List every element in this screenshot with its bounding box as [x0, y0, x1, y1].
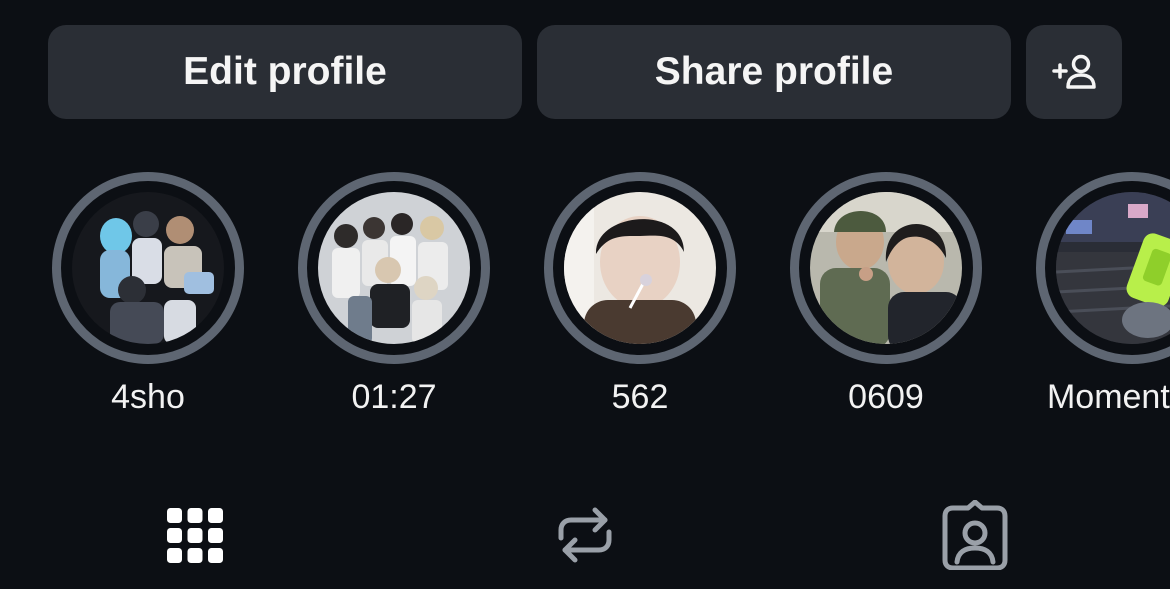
- edit-profile-label: Edit profile: [183, 50, 387, 93]
- profile-tab-bar: [0, 495, 1170, 575]
- tab-reposts[interactable]: [540, 495, 630, 575]
- repost-icon: [558, 507, 612, 563]
- grid-icon: [167, 508, 223, 563]
- highlight-label: Momentum: [1046, 378, 1170, 416]
- highlight-ring: [1036, 172, 1170, 364]
- highlight-cover-image: [564, 192, 716, 344]
- tab-posts[interactable]: [150, 495, 240, 575]
- highlight-cover-image: [1056, 192, 1170, 344]
- edit-profile-button[interactable]: Edit profile: [48, 25, 522, 119]
- share-profile-label: Share profile: [654, 50, 894, 93]
- profile-screen: Edit profile Share profile 4sho 01:27 56…: [0, 0, 1170, 589]
- highlight-cover-image: [72, 192, 224, 344]
- add-person-icon: [1052, 54, 1096, 89]
- add-person-button[interactable]: [1026, 25, 1122, 119]
- highlight-ring: [544, 172, 736, 364]
- highlight-cover-image: [810, 192, 962, 344]
- tab-tagged[interactable]: [930, 495, 1020, 575]
- highlight-ring: [790, 172, 982, 364]
- highlight-cover-image: [318, 192, 470, 344]
- tagged-person-icon: [942, 500, 1008, 570]
- highlight-ring: [52, 172, 244, 364]
- highlight-ring: [298, 172, 490, 364]
- share-profile-button[interactable]: Share profile: [537, 25, 1011, 119]
- story-highlights: 4sho 01:27 562 0609 Moment: [0, 172, 1170, 432]
